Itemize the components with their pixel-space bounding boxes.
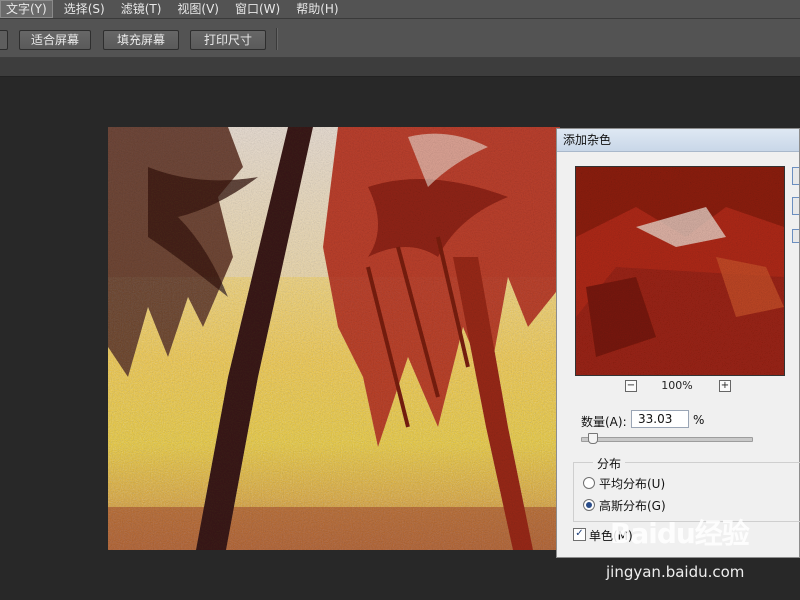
- uniform-radio[interactable]: [583, 477, 595, 489]
- menu-bar: 文字(Y) 选择(S) 滤镜(T) 视图(V) 窗口(W) 帮助(H): [0, 0, 800, 19]
- zoom-out-button[interactable]: −: [625, 380, 637, 392]
- distribution-legend: 分布: [593, 455, 626, 472]
- preview-checkbox-edge[interactable]: [792, 229, 799, 243]
- menu-help[interactable]: 帮助(H): [291, 0, 343, 18]
- menu-view[interactable]: 视图(V): [172, 0, 224, 18]
- zoom-level: 100%: [661, 379, 693, 392]
- uniform-label: 平均分布(U): [599, 477, 666, 491]
- options-edge-button[interactable]: [0, 30, 8, 50]
- amount-slider-track[interactable]: [581, 437, 753, 442]
- menu-window[interactable]: 窗口(W): [230, 0, 285, 18]
- amount-slider-thumb[interactable]: [588, 433, 599, 444]
- document-tab-strip: [0, 58, 800, 77]
- zoom-in-button[interactable]: +: [719, 380, 731, 392]
- options-separator: [276, 28, 277, 50]
- options-bar: 适合屏幕 填充屏幕 打印尺寸: [0, 19, 800, 58]
- preview-image: [576, 167, 784, 375]
- add-noise-dialog: 添加杂色 − 100% + 数量(A): 33.03 % 分布 平均分布(U) …: [556, 128, 800, 558]
- menu-filter[interactable]: 滤镜(T): [116, 0, 167, 18]
- amount-label: 数量(A):: [581, 415, 627, 429]
- amount-unit: %: [693, 413, 705, 427]
- canvas-image[interactable]: [108, 127, 560, 550]
- amount-input[interactable]: [631, 410, 689, 428]
- filter-preview[interactable]: [575, 166, 785, 376]
- ok-button-edge[interactable]: [792, 167, 799, 185]
- menu-select[interactable]: 选择(S): [59, 0, 110, 18]
- menu-type[interactable]: 文字(Y): [0, 0, 53, 18]
- zoom-controls: − 100% +: [575, 379, 785, 395]
- fill-screen-button[interactable]: 填充屏幕: [103, 30, 179, 50]
- monochromatic-checkbox[interactable]: ✓: [573, 528, 586, 541]
- baidu-jingyan-watermark-logo: Baidu经验: [610, 517, 750, 550]
- watermark-url: jingyan.baidu.com: [606, 563, 745, 581]
- dialog-title: 添加杂色: [557, 129, 799, 152]
- print-size-button[interactable]: 打印尺寸: [190, 30, 266, 50]
- gaussian-radio[interactable]: [583, 499, 595, 511]
- palm-tree-photo: [108, 127, 560, 550]
- fit-screen-button[interactable]: 适合屏幕: [19, 30, 91, 50]
- cancel-button-edge[interactable]: [792, 197, 799, 215]
